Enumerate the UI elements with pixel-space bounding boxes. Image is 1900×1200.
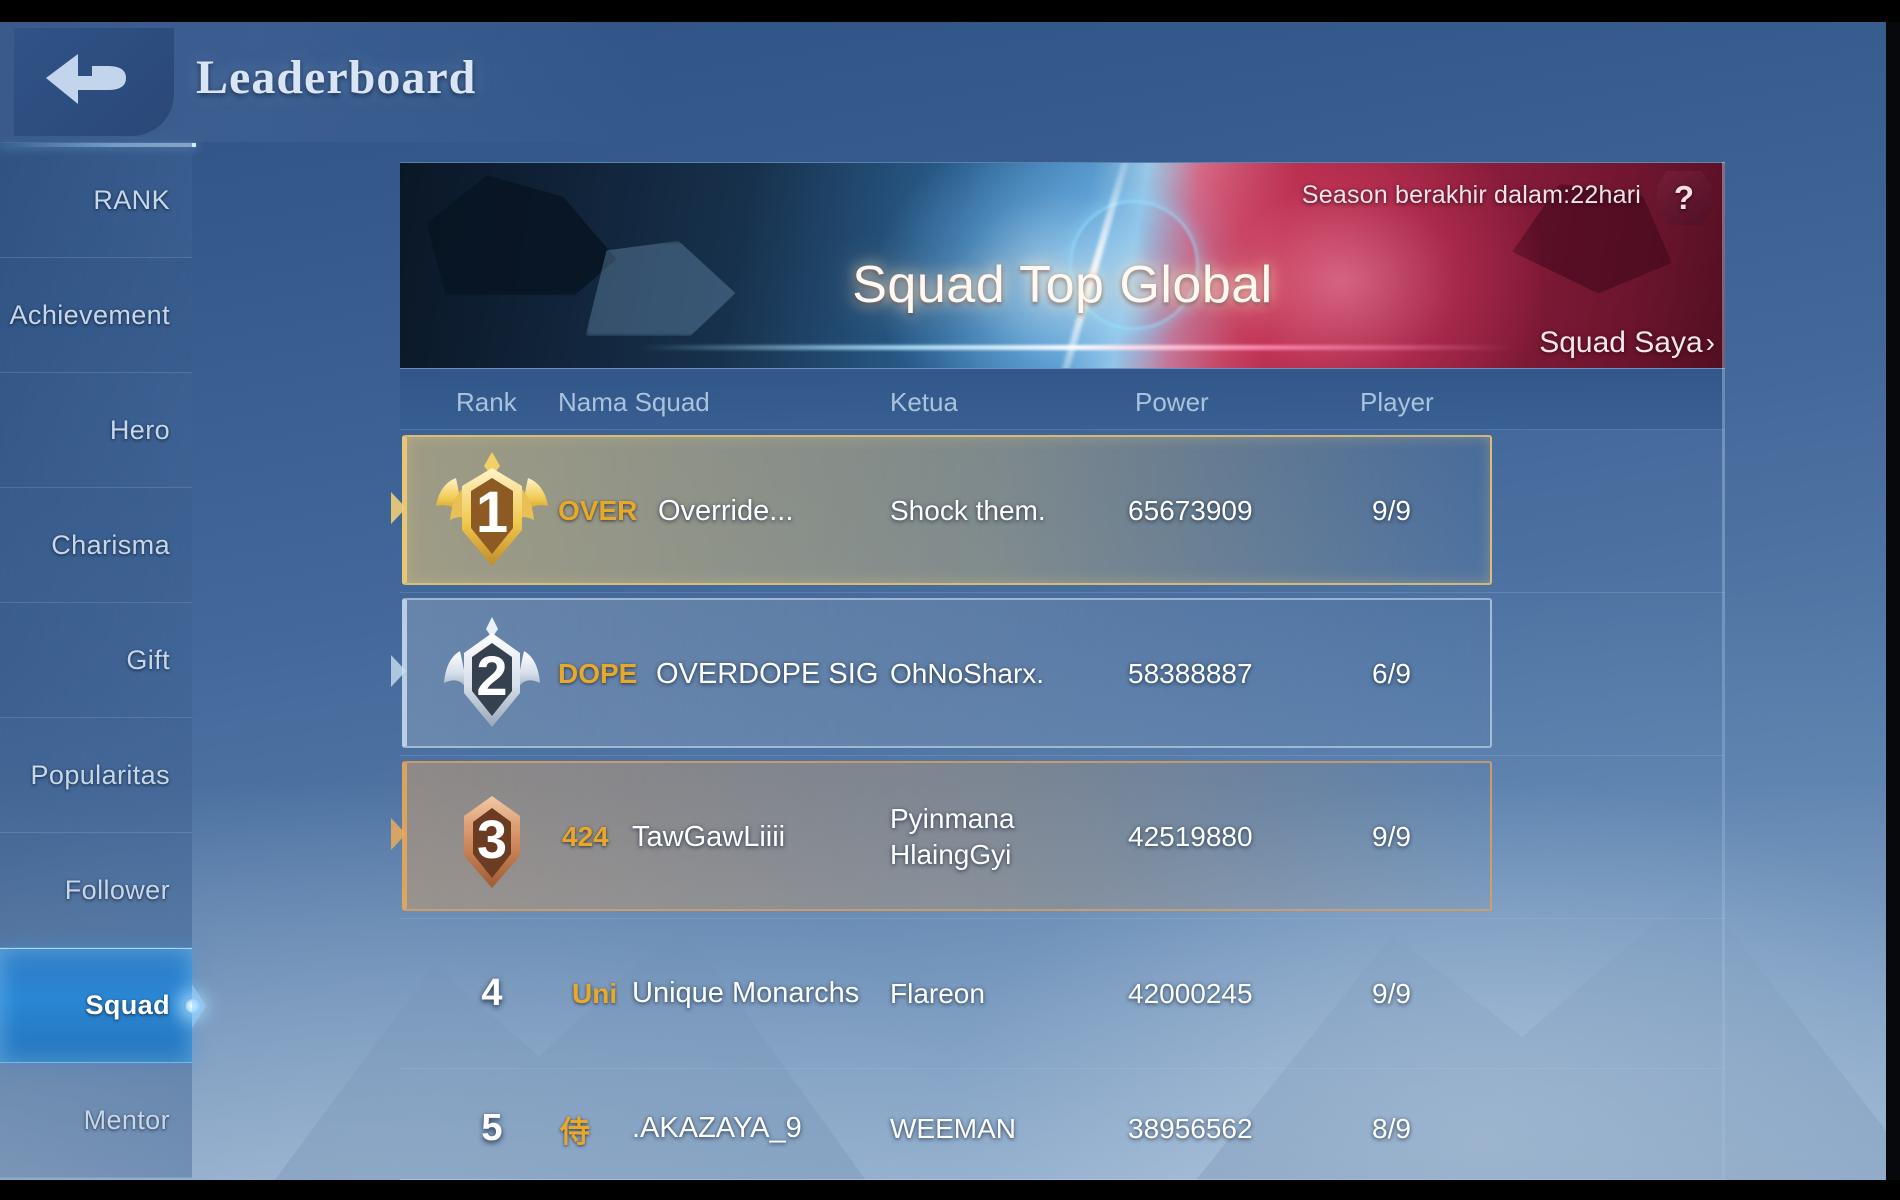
column-header-power: Power xyxy=(1135,387,1209,417)
svg-text:3: 3 xyxy=(477,810,507,870)
squad-name: Override... xyxy=(658,494,794,527)
squad-player-count: 8/9 xyxy=(1372,1112,1411,1144)
squad-name: Unique Monarchs xyxy=(632,977,860,1009)
sidebar-item-label: RANK xyxy=(93,184,170,215)
letterbox-right xyxy=(1886,0,1900,1200)
app-root: Leaderboard RANK Achievement Hero Charis… xyxy=(0,0,1900,1200)
squad-tag: OVER xyxy=(558,495,638,526)
top-header: Leaderboard xyxy=(0,22,1900,142)
squad-leader: OhNoSharx. xyxy=(890,658,1045,690)
column-header-name: Nama Squad xyxy=(558,387,710,417)
squad-tag: 侍 xyxy=(560,1115,590,1149)
sidebar-item-label: Popularitas xyxy=(30,759,170,790)
gold-rank-badge: 1 xyxy=(426,444,558,576)
sidebar-item-charisma[interactable]: Charisma xyxy=(0,488,192,603)
back-button[interactable] xyxy=(14,28,174,136)
squad-leader: Pyinmana HlaingGyi xyxy=(890,803,1015,870)
leaderboard-panel: Season berakhir dalam:22hari ? Squad Top… xyxy=(391,162,1725,1189)
squad-name: TawGawLiiii xyxy=(632,820,786,853)
help-icon[interactable]: ? xyxy=(1657,171,1711,225)
squad-leader: Shock them. xyxy=(890,495,1046,527)
squad-name: .AKAZAYA_9 xyxy=(632,1112,802,1144)
sidebar-item-label: Follower xyxy=(64,874,170,905)
banner-title: Squad Top Global xyxy=(852,256,1273,314)
squad-player-count: 6/9 xyxy=(1372,658,1411,689)
sidebar-item-rank[interactable]: RANK xyxy=(0,143,192,258)
sidebar-item-label: Charisma xyxy=(51,529,170,560)
sidebar-item-squad[interactable]: Squad xyxy=(0,948,201,1063)
squad-power: 65673909 xyxy=(1128,495,1253,526)
season-countdown: Season berakhir dalam:22hari xyxy=(1301,181,1641,209)
squad-power: 38956562 xyxy=(1128,1112,1253,1144)
squad-player-count: 9/9 xyxy=(1372,977,1411,1009)
chevron-right-icon: › xyxy=(1705,327,1715,358)
row-marker-arrow xyxy=(391,492,406,524)
table-row[interactable]: 2 DOPE OVERDOPE SIG OhNoSharx. 58388887 … xyxy=(391,593,1725,756)
squad-player-count: 9/9 xyxy=(1372,821,1411,852)
table-row[interactable]: 5 侍 .AKAZAYA_9 WEEMAN 38956562 8/9 xyxy=(400,1069,1725,1189)
squad-name: OVERDOPE SIG xyxy=(656,657,879,690)
active-indicator-dot xyxy=(184,997,201,1014)
sidebar-item-follower[interactable]: Follower xyxy=(0,833,192,948)
back-arrow-icon xyxy=(46,54,126,104)
table-row[interactable]: 4 Uni Unique Monarchs Flareon 42000245 9… xyxy=(400,919,1725,1069)
sidebar-item-label: Hero xyxy=(109,414,170,445)
sidebar-item-mentor[interactable]: Mentor xyxy=(0,1063,192,1178)
table-row[interactable]: 1 OVER Override... Shock them. 65673909 … xyxy=(391,430,1725,593)
svg-text:1: 1 xyxy=(476,480,508,545)
squad-power: 42519880 xyxy=(1128,821,1253,852)
letterbox-bottom xyxy=(0,1180,1900,1200)
sidebar-item-hero[interactable]: Hero xyxy=(0,373,192,488)
column-header-leader: Ketua xyxy=(890,387,958,417)
squad-power: 58388887 xyxy=(1128,658,1253,689)
sidebar-item-label: Achievement xyxy=(9,299,170,330)
letterbox-top xyxy=(0,0,1900,22)
my-squad-button[interactable]: Squad Saya › xyxy=(1539,326,1715,360)
squad-tag: 424 xyxy=(562,821,609,852)
table-row[interactable]: 3 424 TawGawLiiii Pyinmana HlaingGyi 425… xyxy=(391,756,1725,919)
rank-number: 4 xyxy=(481,972,503,1014)
page-title: Leaderboard xyxy=(196,51,477,104)
help-icon-glyph: ? xyxy=(1673,179,1695,216)
squad-power: 42000245 xyxy=(1128,977,1253,1009)
squad-tag: Uni xyxy=(572,977,618,1009)
sidebar-item-label: Gift xyxy=(126,644,170,675)
table-header-row: Rank Nama Squad Ketua Power Player xyxy=(400,368,1725,430)
sidebar-item-popularitas[interactable]: Popularitas xyxy=(0,718,192,833)
squad-tag: DOPE xyxy=(558,658,638,689)
squad-banner: Season berakhir dalam:22hari ? Squad Top… xyxy=(400,162,1725,368)
rank-number: 5 xyxy=(481,1107,503,1149)
squad-player-count: 9/9 xyxy=(1372,495,1411,526)
leaderboard-rows: 1 OVER Override... Shock them. 65673909 … xyxy=(391,430,1725,1189)
column-header-player: Player xyxy=(1360,387,1434,417)
squad-leader: Flareon xyxy=(890,977,985,1009)
bronze-rank-badge: 3 xyxy=(426,770,558,902)
my-squad-label: Squad Saya xyxy=(1539,326,1703,359)
sidebar-item-label: Mentor xyxy=(83,1104,170,1135)
squad-leader: WEEMAN xyxy=(890,1112,1016,1144)
sidebar-nav: RANK Achievement Hero Charisma Gift Popu… xyxy=(0,143,201,1183)
column-header-rank: Rank xyxy=(456,387,517,417)
row-marker-arrow xyxy=(391,655,406,687)
panel-right-edge xyxy=(1722,162,1725,1182)
sidebar-item-achievement[interactable]: Achievement xyxy=(0,258,192,373)
banner-underline xyxy=(638,345,1513,350)
sidebar-item-gift[interactable]: Gift xyxy=(0,603,192,718)
row-marker-arrow xyxy=(391,818,406,850)
svg-text:2: 2 xyxy=(476,644,507,707)
silver-rank-badge: 2 xyxy=(426,607,558,739)
sidebar-item-label: Squad xyxy=(85,990,170,1020)
